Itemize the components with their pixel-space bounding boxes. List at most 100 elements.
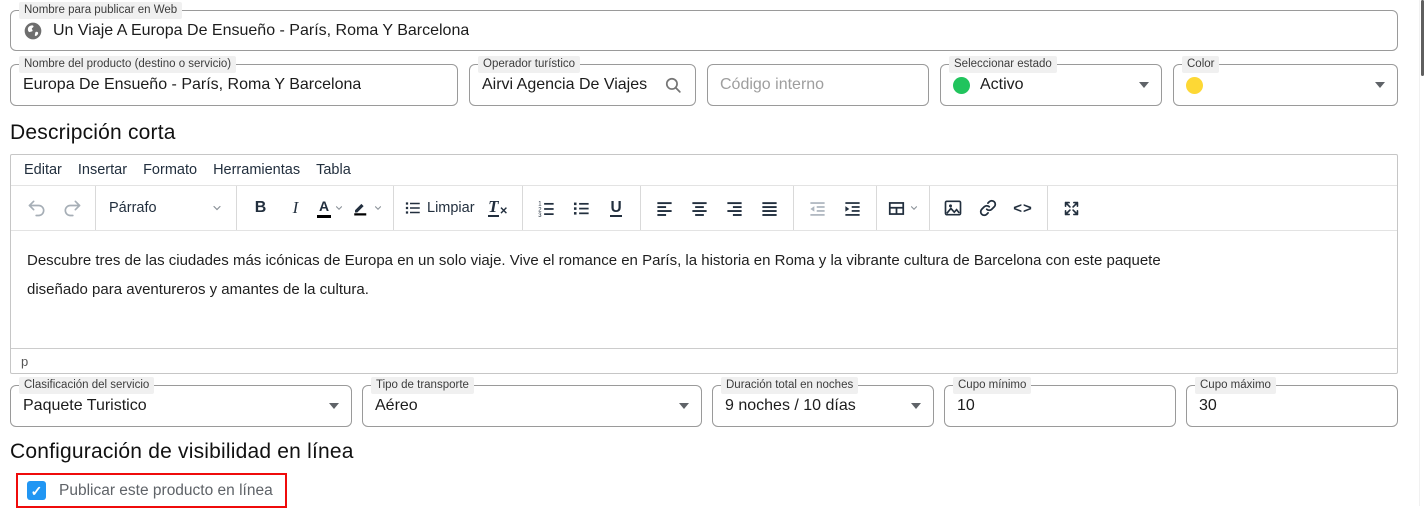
- bullet-list-icon: [404, 199, 422, 217]
- undo-icon: [27, 198, 47, 218]
- italic-button[interactable]: I: [279, 192, 312, 225]
- bullet-list-button[interactable]: [565, 192, 598, 225]
- redo-button[interactable]: [55, 192, 88, 225]
- publish-annotation-box: ✓ Publicar este producto en línea: [16, 473, 287, 508]
- chevron-down-icon: [909, 203, 919, 213]
- status-select[interactable]: Seleccionar estado Activo: [940, 64, 1162, 106]
- image-icon: [943, 198, 963, 218]
- max-quota-field[interactable]: Cupo máximo 30: [1186, 385, 1398, 427]
- web-name-value: Un Viaje A Europa De Ensueño - París, Ro…: [53, 22, 469, 40]
- chevron-down-icon: [329, 403, 339, 409]
- highlighter-icon: [352, 199, 370, 217]
- search-icon[interactable]: [664, 76, 683, 95]
- paragraph-style-select[interactable]: Párrafo: [103, 192, 229, 225]
- editor-content-area[interactable]: Descubre tres de las ciudades más icónic…: [11, 231, 1397, 348]
- bold-button[interactable]: B: [244, 192, 277, 225]
- align-justify-icon: [760, 199, 779, 218]
- align-right-button[interactable]: [718, 192, 751, 225]
- fullscreen-button[interactable]: [1055, 192, 1088, 225]
- vertical-scrollbar[interactable]: [1419, 0, 1425, 506]
- outdent-button[interactable]: [801, 192, 834, 225]
- insert-image-button[interactable]: [937, 192, 970, 225]
- operator-value: Airvi Agencia De Viajes: [482, 76, 647, 94]
- web-name-field[interactable]: Nombre para publicar en Web Un Viaje A E…: [10, 10, 1398, 51]
- menu-tabla[interactable]: Tabla: [308, 159, 359, 181]
- internal-code-placeholder: Código interno: [720, 76, 824, 94]
- chevron-down-icon: [1139, 82, 1149, 88]
- clear-formatting-icon: T✕: [488, 199, 508, 217]
- align-right-icon: [725, 199, 744, 218]
- chevron-down-icon: [1375, 82, 1385, 88]
- link-icon: [978, 198, 998, 218]
- max-quota-value: 30: [1199, 397, 1217, 415]
- indent-button[interactable]: [836, 192, 869, 225]
- text-color-icon: A: [317, 199, 331, 218]
- transport-label: Tipo de transporte: [371, 377, 474, 394]
- chevron-down-icon: [373, 203, 383, 213]
- max-quota-label: Cupo máximo: [1195, 377, 1276, 394]
- min-quota-label: Cupo mínimo: [953, 377, 1031, 394]
- scrollbar-thumb[interactable]: [1421, 0, 1424, 76]
- indent-icon: [843, 199, 862, 218]
- min-quota-value: 10: [957, 397, 975, 415]
- fullscreen-icon: [1062, 199, 1081, 218]
- highlight-color-button[interactable]: [349, 192, 386, 225]
- chevron-down-icon: [211, 202, 223, 214]
- underline-icon: U: [610, 200, 621, 217]
- element-path[interactable]: p: [21, 354, 28, 369]
- clean-formatting-button[interactable]: Limpiar: [401, 192, 480, 225]
- product-name-field[interactable]: Nombre del producto (destino o servicio)…: [10, 64, 458, 106]
- text-color-button[interactable]: A: [314, 192, 347, 225]
- description-text: Descubre tres de las ciudades más icónic…: [27, 246, 1212, 304]
- align-center-icon: [690, 199, 709, 218]
- menu-formato[interactable]: Formato: [135, 159, 205, 181]
- check-icon: ✓: [31, 484, 43, 498]
- visibility-heading: Configuración de visibilidad en línea: [10, 440, 1398, 464]
- duration-select[interactable]: Duración total en noches 9 noches / 10 d…: [712, 385, 934, 427]
- editor-menubar: Editar Insertar Formato Herramientas Tab…: [11, 155, 1397, 185]
- operator-field[interactable]: Operador turístico Airvi Agencia De Viaj…: [469, 64, 696, 106]
- internal-code-field[interactable]: Código interno: [707, 64, 929, 106]
- menu-insertar[interactable]: Insertar: [70, 159, 135, 181]
- align-justify-button[interactable]: [753, 192, 786, 225]
- menu-herramientas[interactable]: Herramientas: [205, 159, 308, 181]
- svg-text:3: 3: [538, 212, 542, 217]
- menu-editar[interactable]: Editar: [16, 159, 70, 181]
- operator-label: Operador turístico: [478, 56, 580, 73]
- classification-select[interactable]: Clasificación del servicio Paquete Turis…: [10, 385, 352, 427]
- color-dot-icon: [1186, 77, 1203, 94]
- italic-icon: I: [293, 198, 299, 218]
- transport-select[interactable]: Tipo de transporte Aéreo: [362, 385, 702, 427]
- product-form: Nombre para publicar en Web Un Viaje A E…: [0, 0, 1425, 508]
- rich-text-editor: Editar Insertar Formato Herramientas Tab…: [10, 154, 1398, 374]
- outdent-icon: [808, 199, 827, 218]
- chevron-down-icon: [334, 203, 344, 213]
- color-label: Color: [1182, 56, 1219, 73]
- transport-value: Aéreo: [375, 397, 418, 415]
- undo-button[interactable]: [20, 192, 53, 225]
- align-left-button[interactable]: [648, 192, 681, 225]
- redo-icon: [62, 198, 82, 218]
- table-button[interactable]: [884, 192, 922, 225]
- underline-button[interactable]: U: [600, 192, 633, 225]
- numbered-list-button[interactable]: 123: [530, 192, 563, 225]
- duration-label: Duración total en noches: [721, 377, 858, 394]
- source-code-button[interactable]: <>: [1007, 192, 1040, 225]
- paragraph-style-value: Párrafo: [109, 200, 157, 216]
- min-quota-field[interactable]: Cupo mínimo 10: [944, 385, 1176, 427]
- align-left-icon: [655, 199, 674, 218]
- align-center-button[interactable]: [683, 192, 716, 225]
- publish-checkbox[interactable]: ✓: [27, 481, 46, 500]
- product-name-value: Europa De Ensueño - París, Roma Y Barcel…: [23, 76, 361, 94]
- color-select[interactable]: Color: [1173, 64, 1398, 106]
- chevron-down-icon: [911, 403, 921, 409]
- publish-checkbox-label[interactable]: Publicar este producto en línea: [59, 482, 273, 500]
- duration-value: 9 noches / 10 días: [725, 397, 856, 415]
- globe-icon: [23, 21, 43, 41]
- product-name-label: Nombre del producto (destino o servicio): [19, 56, 236, 73]
- table-icon: [887, 199, 906, 218]
- editor-statusbar: p: [11, 348, 1397, 373]
- status-label: Seleccionar estado: [949, 56, 1057, 73]
- insert-link-button[interactable]: [972, 192, 1005, 225]
- clear-formatting-button[interactable]: T✕: [482, 192, 515, 225]
